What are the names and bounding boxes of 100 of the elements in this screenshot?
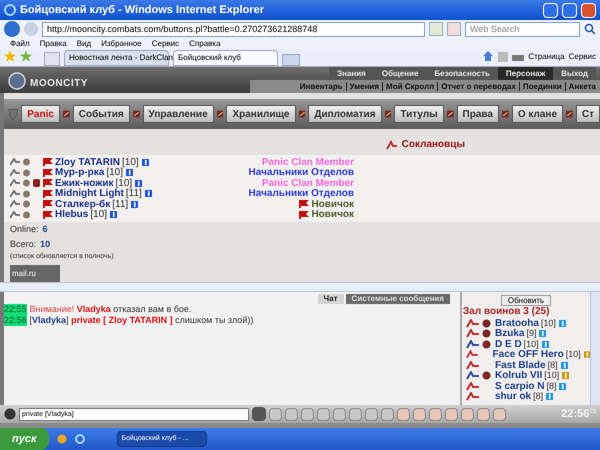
total-label: Всего: <box>10 238 36 250</box>
search-field[interactable]: Web Search <box>465 22 580 36</box>
member-rank: Начальники Отделов <box>248 166 354 178</box>
toolbar-button[interactable]: Сервис <box>568 51 596 63</box>
browser-logo-icon <box>74 434 85 444</box>
counter-badge: mail.ru <box>10 264 60 282</box>
minimize-button[interactable] <box>543 2 558 18</box>
player-level: [10] <box>524 338 539 350</box>
menu-item[interactable]: Сервис <box>152 38 180 50</box>
clan-tab[interactable]: Ст <box>576 105 600 123</box>
toolbar-icon-button[interactable] <box>317 408 330 420</box>
clock-time: 22:56 <box>561 408 590 420</box>
sub-nav-link[interactable]: Умения <box>350 80 380 92</box>
member-rank: Новичок <box>311 208 354 222</box>
speaker-icon <box>4 408 16 420</box>
member-rank: Panic Clan Member <box>262 177 354 189</box>
shield-emblem-icon <box>8 71 26 91</box>
sub-nav-link[interactable]: Инвентарь <box>300 80 343 92</box>
send-button[interactable] <box>252 407 266 421</box>
member-rank: Начальники Отделов <box>248 187 354 200</box>
info-icon <box>131 200 138 208</box>
browser-logo-icon <box>4 4 16 16</box>
clan-members-icon <box>386 140 398 150</box>
refresh-button[interactable]: Обновить <box>500 295 552 306</box>
back-button[interactable] <box>4 21 20 37</box>
start-button[interactable]: пуск <box>0 428 49 450</box>
online-label: Online: <box>10 223 39 236</box>
chat-message: [Vladyka] private [ Zloy TATARIN ] слишком ты злой)) <box>30 315 254 326</box>
chat-tab[interactable]: Чат <box>318 294 344 304</box>
member-level: [10] <box>122 156 139 168</box>
member-name[interactable]: Hlebus <box>55 207 88 222</box>
toolbar-icon-button[interactable] <box>381 408 394 420</box>
member-level: [10] <box>106 167 123 178</box>
nav-link[interactable]: Знания <box>329 67 374 80</box>
player-name[interactable]: Kolrub VII <box>495 368 542 384</box>
total-count: 10 <box>40 238 50 250</box>
toolbar-icon-button[interactable] <box>477 408 490 420</box>
toolbar-icon-button[interactable] <box>461 408 474 420</box>
toolbar-icon-button[interactable] <box>397 408 410 420</box>
player-level: [8] <box>546 380 556 393</box>
player-level: [8] <box>533 391 544 403</box>
search-icon <box>584 23 596 35</box>
member-level: [11] <box>126 188 142 200</box>
online-count: 6 <box>42 223 48 236</box>
toolbar-icon-button[interactable] <box>429 408 442 420</box>
info-icon <box>126 169 133 176</box>
toolbar-icon-button[interactable] <box>365 408 378 420</box>
menu-item[interactable]: Файл <box>10 38 30 50</box>
menu-item[interactable]: Избранное <box>101 38 142 50</box>
toolbar-icon-button[interactable] <box>301 408 314 420</box>
sub-nav-link[interactable]: Отчет о переводах <box>441 80 516 92</box>
toolbar-icon-button[interactable] <box>285 408 298 420</box>
clan-tab[interactable]: Panic <box>21 105 60 123</box>
nav-link[interactable]: Выход <box>553 67 596 80</box>
menu-item[interactable]: Правка <box>40 38 67 50</box>
toolbar-icon-button[interactable] <box>269 408 282 420</box>
sub-nav-link[interactable]: Поединки <box>522 80 562 92</box>
player-level: [10] <box>566 348 581 361</box>
clan-flag-icon <box>299 200 310 208</box>
close-button[interactable] <box>581 2 596 18</box>
clan-tab[interactable]: Управление <box>142 105 214 123</box>
toolbar-icon-button[interactable] <box>333 408 346 420</box>
star-icon <box>4 50 16 62</box>
sub-nav-link[interactable]: Анкета <box>568 80 596 92</box>
toolbar-icon-button[interactable] <box>493 408 506 420</box>
clan-flag-icon <box>299 210 310 219</box>
sub-nav-link[interactable]: Мой Скролл <box>386 80 434 92</box>
member-level: [11] <box>112 198 128 212</box>
nav-link[interactable]: Персонаж <box>498 67 554 80</box>
clan-tab[interactable]: Титулы <box>394 105 444 123</box>
player-name[interactable]: shur ok <box>495 389 532 404</box>
toolbar-icon-button[interactable] <box>445 408 458 420</box>
maximize-button[interactable] <box>562 2 577 18</box>
add-favorite-icon <box>20 50 32 62</box>
chat-tab[interactable]: Системные сообщения <box>346 294 450 304</box>
member-level: [10] <box>116 178 132 189</box>
clan-tab[interactable]: Дипломатия <box>308 105 382 123</box>
player-level: [10] <box>544 370 560 382</box>
message-time: 22:55 <box>4 304 27 315</box>
player-name[interactable]: Bzuka <box>495 326 524 342</box>
toolbar-icon-button[interactable] <box>349 408 362 420</box>
info-icon <box>135 180 142 187</box>
nav-link[interactable]: Безопасность <box>426 67 498 80</box>
menu-item[interactable]: Справка <box>189 38 221 50</box>
clan-tab[interactable]: Хранилище <box>226 105 296 123</box>
member-level: [10] <box>90 209 108 222</box>
toolbar-icon-button[interactable] <box>413 408 426 420</box>
window-title: Бойцовский клуб - Windows Internet Explorer <box>20 2 265 18</box>
clan-tab[interactable]: События <box>72 105 130 123</box>
menu-item[interactable]: Вид <box>76 38 92 50</box>
info-icon <box>142 158 149 166</box>
toolbar-button[interactable]: Страница <box>528 51 565 63</box>
section-heading: Соклановцы <box>402 138 465 152</box>
player-level: [10] <box>540 316 556 330</box>
nav-link[interactable]: Общение <box>374 67 426 80</box>
clan-tab[interactable]: Права <box>456 105 499 123</box>
forward-button[interactable] <box>24 22 38 36</box>
browser-tab[interactable]: Бойцовский клуб <box>173 50 278 66</box>
clan-tab[interactable]: О клане <box>512 105 564 123</box>
address-field[interactable]: http://mooncity.combats.com/buttons.pl?battle=0.270273621288748 <box>42 22 425 36</box>
